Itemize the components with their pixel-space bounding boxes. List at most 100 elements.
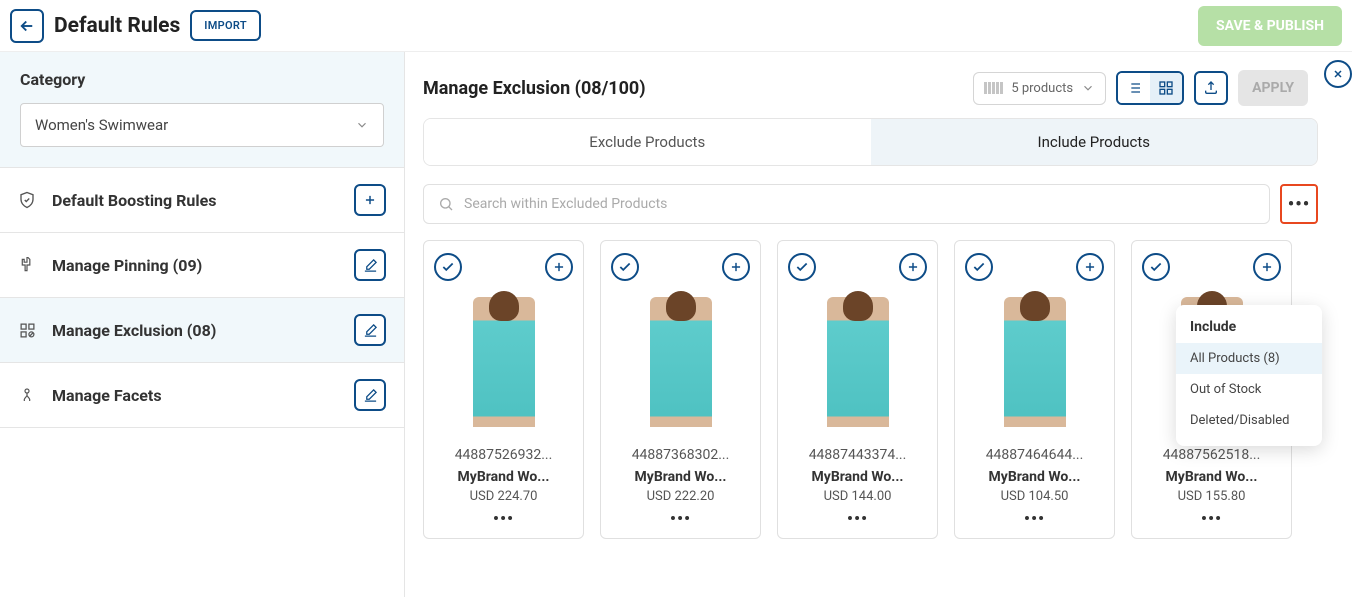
content-title: Manage Exclusion (08/100)	[423, 78, 646, 99]
sidebar-item-label: Manage Pinning (09)	[52, 256, 202, 275]
save-publish-button[interactable]: SAVE & PUBLISH	[1198, 6, 1342, 46]
select-button[interactable]	[788, 253, 816, 281]
zoom-label: 5 products	[1011, 81, 1073, 96]
sidebar-item-exclusion[interactable]: Manage Exclusion (08)	[0, 298, 404, 363]
tab-include[interactable]: Include Products	[871, 119, 1318, 165]
edit-button[interactable]	[354, 314, 386, 346]
sidebar-item-label: Manage Exclusion (08)	[52, 321, 216, 340]
edit-button[interactable]	[354, 249, 386, 281]
search-icon	[438, 196, 454, 212]
dropdown-item-deleted[interactable]: Deleted/Disabled	[1176, 405, 1322, 436]
product-brand: MyBrand Wo...	[788, 469, 927, 485]
add-button[interactable]	[545, 253, 573, 281]
select-button[interactable]	[434, 253, 462, 281]
product-price: USD 224.70	[434, 489, 573, 504]
add-button[interactable]	[722, 253, 750, 281]
sidebar-item-facets[interactable]: Manage Facets	[0, 363, 404, 428]
list-icon	[1126, 80, 1142, 96]
add-button[interactable]	[1076, 253, 1104, 281]
export-icon	[1203, 80, 1219, 96]
include-dropdown: Include All Products (8) Out of Stock De…	[1176, 305, 1322, 446]
plus-icon	[552, 260, 566, 274]
product-image	[827, 297, 889, 427]
product-image	[650, 297, 712, 427]
header-controls: 5 products APPLY	[973, 70, 1308, 106]
top-bar: Default Rules IMPORT SAVE & PUBLISH	[0, 0, 1352, 52]
select-button[interactable]	[1142, 253, 1170, 281]
product-brand: MyBrand Wo...	[611, 469, 750, 485]
plus-icon	[363, 193, 377, 207]
category-label: Category	[20, 70, 384, 89]
apply-button[interactable]: APPLY	[1238, 70, 1308, 106]
more-options-button[interactable]: •••	[1280, 184, 1318, 224]
card-more-button[interactable]: •••	[1142, 514, 1281, 530]
grid-view-button[interactable]	[1150, 73, 1182, 103]
product-price: USD 222.20	[611, 489, 750, 504]
product-sku: 44887443374...	[788, 447, 927, 463]
close-button[interactable]	[1324, 60, 1352, 88]
product-sku: 44887464644...	[965, 447, 1104, 463]
check-icon	[1149, 260, 1163, 274]
category-section: Category Women's Swimwear	[0, 52, 404, 168]
edit-icon	[363, 258, 378, 273]
grid-icon	[1158, 80, 1174, 96]
product-card: 44887526932... MyBrand Wo... USD 224.70 …	[423, 240, 584, 539]
category-select[interactable]: Women's Swimwear	[20, 103, 384, 147]
dots-icon: •••	[1288, 194, 1310, 215]
edit-icon	[363, 388, 378, 403]
search-input[interactable]	[464, 196, 1255, 212]
product-price: USD 155.80	[1142, 489, 1281, 504]
product-image	[473, 297, 535, 427]
plus-icon	[906, 260, 920, 274]
product-brand: MyBrand Wo...	[434, 469, 573, 485]
tab-exclude[interactable]: Exclude Products	[424, 119, 871, 165]
zoom-bars-icon	[984, 82, 1003, 94]
zoom-control[interactable]: 5 products	[973, 72, 1106, 105]
card-more-button[interactable]: •••	[788, 514, 927, 530]
arrow-left-icon	[18, 17, 36, 35]
exclusion-icon	[18, 321, 36, 339]
edit-button[interactable]	[354, 379, 386, 411]
check-icon	[618, 260, 632, 274]
add-button[interactable]	[354, 184, 386, 216]
export-button[interactable]	[1194, 71, 1228, 105]
select-button[interactable]	[965, 253, 993, 281]
product-brand: MyBrand Wo...	[1142, 469, 1281, 485]
sidebar: Category Women's Swimwear Default Boosti…	[0, 52, 405, 597]
chevron-down-icon	[1081, 81, 1095, 95]
card-more-button[interactable]: •••	[965, 514, 1104, 530]
plus-icon	[1083, 260, 1097, 274]
select-button[interactable]	[611, 253, 639, 281]
product-card: 44887368302... MyBrand Wo... USD 222.20 …	[600, 240, 761, 539]
product-sku: 44887562518...	[1142, 447, 1281, 463]
edit-icon	[363, 323, 378, 338]
view-toggle	[1116, 71, 1184, 105]
card-more-button[interactable]: •••	[611, 514, 750, 530]
product-card: 44887443374... MyBrand Wo... USD 144.00 …	[777, 240, 938, 539]
product-image	[1004, 297, 1066, 427]
shield-icon	[18, 191, 36, 209]
product-sku: 44887526932...	[434, 447, 573, 463]
product-sku: 44887368302...	[611, 447, 750, 463]
top-bar-left: Default Rules IMPORT	[10, 9, 261, 43]
chevron-down-icon	[355, 118, 369, 132]
card-more-button[interactable]: •••	[434, 514, 573, 530]
product-brand: MyBrand Wo...	[965, 469, 1104, 485]
search-box[interactable]	[423, 184, 1270, 224]
plus-icon	[1260, 260, 1274, 274]
dropdown-header: Include	[1176, 315, 1322, 343]
tabs: Exclude Products Include Products	[423, 118, 1318, 166]
plus-icon	[729, 260, 743, 274]
back-button[interactable]	[10, 9, 44, 43]
list-view-button[interactable]	[1118, 73, 1150, 103]
close-icon	[1332, 68, 1344, 80]
import-button[interactable]: IMPORT	[190, 10, 261, 41]
sidebar-item-pinning[interactable]: Manage Pinning (09)	[0, 233, 404, 298]
add-button[interactable]	[1253, 253, 1281, 281]
add-button[interactable]	[899, 253, 927, 281]
product-price: USD 104.50	[965, 489, 1104, 504]
sidebar-item-boosting[interactable]: Default Boosting Rules	[0, 168, 404, 233]
check-icon	[972, 260, 986, 274]
dropdown-item-oos[interactable]: Out of Stock	[1176, 374, 1322, 405]
dropdown-item-all[interactable]: All Products (8)	[1176, 343, 1322, 374]
